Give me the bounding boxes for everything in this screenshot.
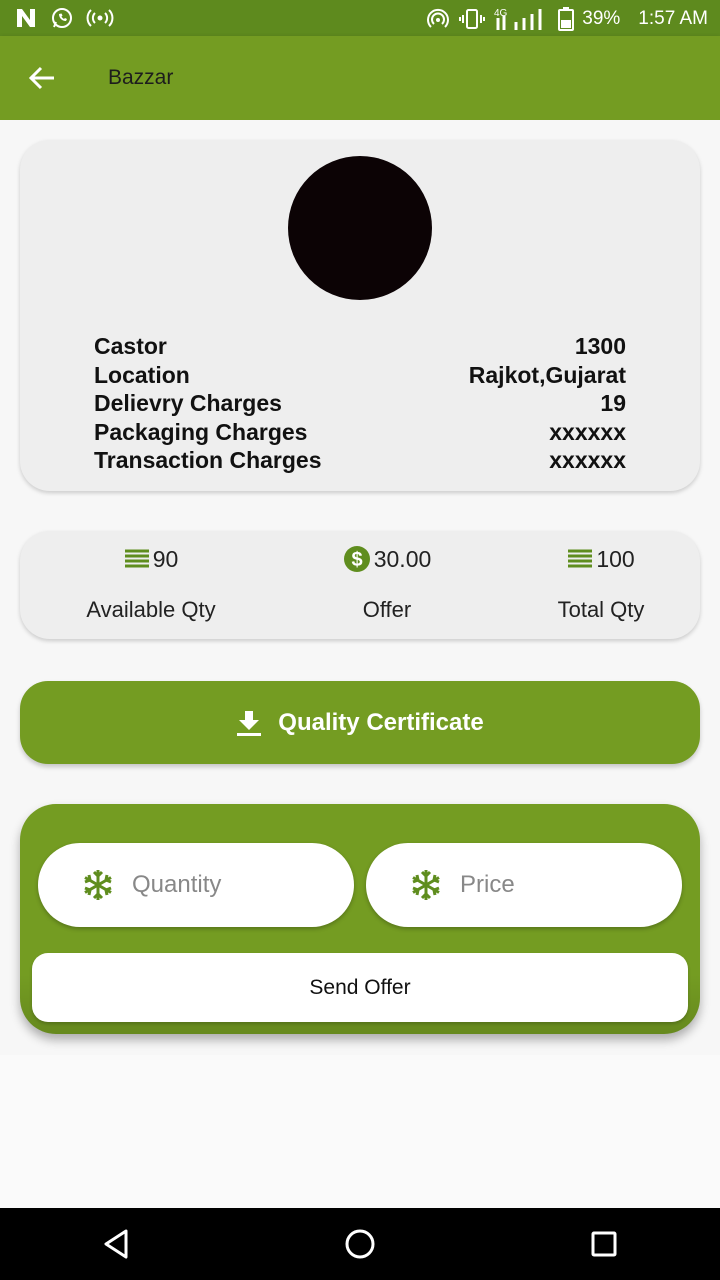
quantity-field[interactable]: [38, 843, 354, 927]
detail-value: Rajkot,Gujarat: [468, 361, 626, 388]
quantity-input[interactable]: [132, 871, 332, 899]
signal-icon: 4G: [494, 8, 542, 30]
stat-value: 100: [596, 545, 635, 572]
detail-label: Location: [94, 361, 190, 388]
n-icon: [17, 9, 35, 27]
quality-certificate-label: Quality Certificate: [278, 708, 484, 736]
nav-back-icon[interactable]: [98, 1226, 134, 1262]
whatsapp-icon: [52, 8, 72, 28]
detail-row-transaction-charges: Transaction Charges xxxxxx: [94, 446, 626, 475]
vibrate-icon: [459, 9, 486, 29]
svg-text:4G: 4G: [494, 8, 508, 19]
detail-row-delivery-charges: Delievry Charges 19: [94, 389, 626, 418]
stat-available-qty: 90 Available Qty: [61, 543, 241, 623]
detail-value: xxxxxx: [549, 447, 626, 473]
stat-offer: $ 30.00 Offer: [297, 543, 477, 623]
stat-label: Total Qty: [557, 597, 645, 622]
nav-recents-icon[interactable]: [586, 1226, 622, 1262]
detail-label: Delievry Charges: [94, 390, 282, 416]
navigation-bar: [0, 1208, 720, 1280]
detail-label: Castor: [94, 333, 167, 359]
quality-certificate-button[interactable]: Quality Certificate: [20, 681, 700, 764]
status-bar: 4G 39% 1:57 AM: [0, 0, 720, 36]
stat-value: 30.00: [373, 545, 432, 572]
detail-value: 1300: [574, 333, 626, 359]
snowflake-icon: [412, 870, 440, 900]
stat-total-qty: 100 Total Qty: [511, 543, 691, 623]
stats-card: 90 Available Qty $ 30.00 Offer 100 Total…: [20, 531, 700, 639]
detail-row-castor: Castor 1300: [94, 332, 626, 361]
detail-row-location: Location Rajkot,Gujarat: [94, 361, 626, 390]
send-offer-button[interactable]: Send Offer: [32, 953, 688, 1022]
detail-label: Packaging Charges: [94, 418, 308, 445]
price-field[interactable]: [366, 843, 682, 927]
dollar-icon: $: [343, 546, 370, 572]
detail-label: Transaction Charges: [94, 447, 322, 473]
svg-text:$: $: [351, 549, 362, 571]
page-title: Bazzar: [108, 66, 174, 89]
battery-percent: 39%: [582, 8, 621, 29]
offer-form: Send Offer: [20, 804, 700, 1034]
detail-value: 19: [600, 390, 626, 416]
clock: 1:57 AM: [638, 8, 708, 29]
product-details: Castor 1300 Location Rajkot,Gujarat Deli…: [94, 332, 626, 475]
stat-label: Offer: [362, 597, 412, 622]
snowflake-icon: [84, 870, 112, 900]
app-bar: Bazzar: [0, 36, 720, 120]
stat-label: Available Qty: [86, 597, 216, 622]
nav-home-icon[interactable]: [342, 1226, 378, 1262]
download-icon: [237, 710, 262, 736]
product-image: [288, 156, 432, 300]
back-arrow-icon[interactable]: [22, 58, 62, 98]
detail-value: xxxxxx: [549, 418, 626, 445]
list-icon: [568, 549, 593, 568]
wifi-hotspot-icon: [427, 8, 450, 28]
battery-icon: [558, 7, 575, 31]
list-icon: [124, 549, 149, 568]
product-card: Castor 1300 Location Rajkot,Gujarat Deli…: [20, 140, 700, 491]
price-input[interactable]: [460, 871, 660, 899]
hotspot-icon: [86, 9, 114, 27]
stat-value: 90: [152, 545, 179, 572]
detail-row-packaging-charges: Packaging Charges xxxxxx: [94, 418, 626, 447]
